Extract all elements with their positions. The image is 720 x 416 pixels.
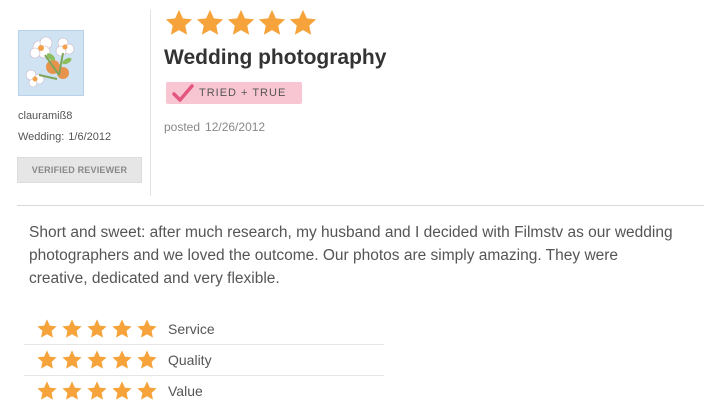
sub-rating-label: Service — [168, 321, 215, 337]
badge-label: TRIED + TRUE — [199, 87, 287, 99]
posted-date: posted 12/26/2012 — [164, 120, 270, 134]
value-star-rating — [36, 380, 168, 402]
star-icon — [258, 9, 286, 35]
verified-reviewer-badge: VERIFIED REVIEWER — [17, 157, 142, 183]
star-icon — [87, 319, 107, 338]
star-icon — [137, 319, 157, 338]
star-icon — [37, 319, 57, 338]
review-title: Wedding photography — [164, 46, 387, 69]
reviewer-wedding-date: Wedding: 1/6/2012 — [18, 131, 115, 143]
star-icon — [165, 9, 193, 35]
service-star-rating — [36, 318, 168, 340]
star-icon — [196, 9, 224, 35]
star-icon — [137, 350, 157, 369]
tried-and-true-badge: TRIED + TRUE — [166, 82, 302, 104]
star-icon — [87, 381, 107, 400]
sub-rating-label: Quality — [168, 352, 212, 368]
star-icon — [37, 350, 57, 369]
section-divider — [17, 205, 704, 206]
star-icon — [37, 381, 57, 400]
sub-rating-row-quality: Quality — [24, 345, 384, 376]
reviewer-username[interactable]: clauramiß8 — [18, 110, 72, 122]
sub-rating-row-service: Service — [24, 314, 384, 345]
star-icon — [112, 350, 132, 369]
star-icon — [87, 350, 107, 369]
sub-rating-row-value: Value — [24, 376, 384, 406]
star-icon — [137, 381, 157, 400]
sub-ratings-list: Service Quality Value — [24, 314, 384, 406]
flower-bouquet-icon — [19, 31, 83, 95]
column-divider — [150, 10, 151, 196]
star-icon — [62, 319, 82, 338]
star-icon — [289, 9, 317, 35]
star-icon — [227, 9, 255, 35]
quality-star-rating — [36, 349, 168, 371]
sub-rating-label: Value — [168, 383, 203, 399]
wedding-date: 1/6/2012 — [68, 131, 112, 143]
posted-date-value: 12/26/2012 — [205, 120, 266, 134]
posted-label: posted — [164, 120, 201, 134]
star-icon — [62, 350, 82, 369]
star-icon — [112, 381, 132, 400]
checkmark-icon — [172, 84, 194, 102]
star-icon — [62, 381, 82, 400]
star-icon — [112, 319, 132, 338]
reviewer-avatar[interactable] — [18, 30, 84, 96]
wedding-label: Wedding: — [18, 131, 65, 143]
overall-star-rating — [164, 8, 319, 40]
review-body: Short and sweet: after much research, my… — [29, 224, 673, 287]
